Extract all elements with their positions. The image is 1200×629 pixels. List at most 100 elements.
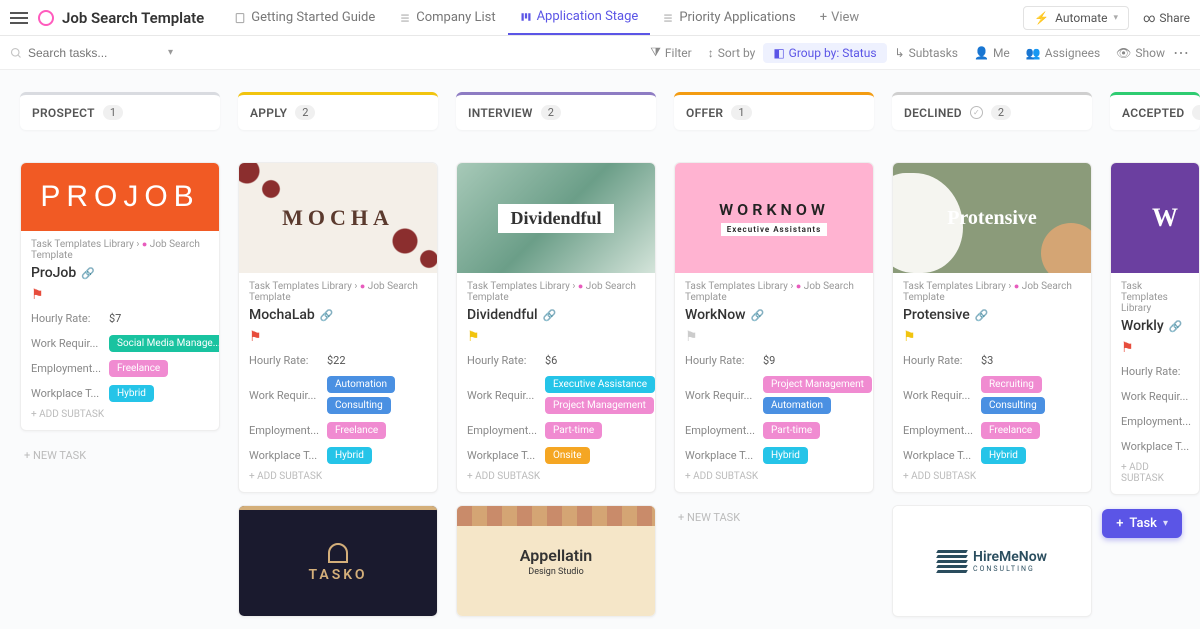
tag[interactable]: Automation — [327, 376, 395, 393]
add-view-button[interactable]: + View — [808, 10, 872, 25]
filter-icon: ⧩ — [650, 45, 661, 60]
card-protensive[interactable]: Protensive Task Templates Library › ● Jo… — [892, 162, 1092, 493]
add-subtask-button[interactable]: + ADD SUBTASK — [31, 409, 209, 420]
tab-priority-applications[interactable]: Priority Applications — [650, 0, 807, 35]
tag[interactable]: Project Management — [545, 397, 654, 414]
column-header[interactable]: OFFER 1 — [674, 92, 874, 130]
share-button[interactable]: ∞ Share — [1143, 11, 1190, 25]
tag[interactable]: Executive Assistance — [545, 376, 655, 393]
show-button[interactable]: 👁Show — [1108, 43, 1173, 63]
breadcrumb: Task Templates Library — [1121, 281, 1189, 314]
add-subtask-button[interactable]: + ADD SUBTASK — [1121, 462, 1189, 484]
card-mochalab[interactable]: MOCHA Task Templates Library › ● Job Sea… — [238, 162, 438, 493]
tag[interactable]: Recruiting — [981, 376, 1042, 393]
card-cover: Dividendful — [457, 163, 655, 273]
group-by-button[interactable]: ◧Group by: Status — [763, 43, 886, 63]
tag[interactable]: Automation — [763, 397, 831, 414]
card-cover: AppellatinDesign Studio — [457, 506, 655, 616]
priority-flag-icon[interactable] — [31, 287, 43, 301]
priority-flag-icon[interactable] — [467, 329, 479, 343]
check-circle-icon: ✓ — [970, 106, 983, 119]
chevron-down-icon: ▾ — [1114, 13, 1119, 23]
filter-button[interactable]: ⧩Filter — [642, 42, 700, 63]
tag[interactable]: Hybrid — [763, 447, 808, 464]
priority-flag-icon[interactable] — [1121, 340, 1133, 354]
priority-flag-icon[interactable] — [249, 329, 261, 343]
chevron-down-icon[interactable]: ▾ — [168, 47, 173, 58]
priority-flag-icon[interactable] — [685, 329, 697, 343]
new-task-button[interactable]: + NEW TASK — [20, 443, 220, 468]
tag[interactable]: Project Management — [763, 376, 872, 393]
tab-application-stage[interactable]: Application Stage — [508, 0, 651, 35]
add-subtask-button[interactable]: + ADD SUBTASK — [903, 471, 1081, 482]
column-header[interactable]: APPLY 2 — [238, 92, 438, 130]
tag[interactable]: Consulting — [327, 397, 391, 414]
tag[interactable]: Part-time — [763, 422, 820, 439]
tab-getting-started[interactable]: Getting Started Guide — [222, 0, 387, 35]
column-count: 2 — [991, 105, 1011, 120]
card-tasko[interactable]: TASKO — [238, 505, 438, 617]
card-cover: W — [1111, 163, 1199, 273]
card-cover: HireMeNowCONSULTING — [893, 506, 1091, 616]
tag[interactable]: Hybrid — [981, 447, 1026, 464]
doc-icon — [234, 12, 246, 24]
plus-icon: + — [820, 10, 827, 25]
tag[interactable]: Freelance — [981, 422, 1040, 439]
tab-company-list[interactable]: Company List — [387, 0, 507, 35]
card-worknow[interactable]: WORKNOWExecutive Assistants Task Templat… — [674, 162, 874, 493]
create-task-fab[interactable]: + Task ▾ — [1102, 509, 1182, 538]
more-icon[interactable]: ⋯ — [1173, 43, 1190, 62]
column-count: 1 — [103, 105, 123, 120]
card-hiremenow[interactable]: HireMeNowCONSULTING — [892, 505, 1092, 617]
tag[interactable]: Hybrid — [327, 447, 372, 464]
menu-icon[interactable] — [10, 9, 28, 27]
card-cover: MOCHA — [239, 163, 437, 273]
me-button[interactable]: 👤Me — [966, 43, 1018, 63]
automate-button[interactable]: ⚡ Automate ▾ — [1023, 6, 1129, 30]
tag[interactable]: Freelance — [327, 422, 386, 439]
tag[interactable]: Freelance — [109, 360, 168, 377]
column-interview: INTERVIEW 2 Dividendful Task Templates L… — [456, 92, 656, 629]
column-offer: OFFER 1 WORKNOWExecutive Assistants Task… — [674, 92, 874, 629]
card-cover: Protensive — [893, 163, 1091, 273]
priority-flag-icon[interactable] — [903, 329, 915, 343]
kanban-board: PROSPECT 1 PROJOB Task Templates Library… — [0, 70, 1200, 629]
subtask-icon: ↳ — [895, 46, 905, 60]
card-dividendful[interactable]: Dividendful Task Templates Library › ● J… — [456, 162, 656, 493]
list-icon — [399, 12, 411, 24]
column-title: OFFER — [686, 106, 723, 120]
tag[interactable]: Social Media Manage... — [109, 335, 220, 352]
assignees-button[interactable]: 👥Assignees — [1018, 43, 1108, 63]
card-title: Workly — [1121, 318, 1164, 334]
tag[interactable]: Consulting — [981, 397, 1045, 414]
link-icon: 🔗 — [975, 309, 989, 322]
column-header[interactable]: DECLINED ✓ 2 — [892, 92, 1092, 130]
card-workly[interactable]: W Task Templates Library Workly🔗 Hourly … — [1110, 162, 1200, 495]
sort-button[interactable]: ↕Sort by — [700, 43, 764, 63]
new-task-button[interactable]: + NEW TASK — [674, 505, 874, 530]
tag[interactable]: Hybrid — [109, 385, 154, 402]
app-header: Job Search Template Getting Started Guid… — [0, 0, 1200, 36]
column-header[interactable]: PROSPECT 1 — [20, 92, 220, 130]
column-header[interactable]: INTERVIEW 2 — [456, 92, 656, 130]
search-input[interactable] — [28, 46, 158, 60]
add-subtask-button[interactable]: + ADD SUBTASK — [249, 471, 427, 482]
card-appellatin[interactable]: AppellatinDesign Studio — [456, 505, 656, 617]
column-title: INTERVIEW — [468, 106, 533, 120]
page-title: Job Search Template — [62, 9, 204, 27]
workspace-logo-icon[interactable] — [38, 10, 54, 26]
column-header[interactable]: ACCEPTED 1 — [1110, 92, 1200, 130]
link-icon: 🔗 — [320, 309, 334, 322]
tag[interactable]: Onsite — [545, 447, 590, 464]
hourly-rate: $6 — [545, 354, 557, 367]
card-title: Dividendful — [467, 307, 538, 323]
add-subtask-button[interactable]: + ADD SUBTASK — [685, 471, 863, 482]
add-subtask-button[interactable]: + ADD SUBTASK — [467, 471, 645, 482]
column-count: 2 — [295, 105, 315, 120]
subtasks-button[interactable]: ↳Subtasks — [887, 43, 966, 63]
tag[interactable]: Part-time — [545, 422, 602, 439]
card-projob[interactable]: PROJOB Task Templates Library › ● Job Se… — [20, 162, 220, 431]
list-icon — [662, 12, 674, 24]
search-icon — [10, 47, 22, 59]
people-icon: 👥 — [1026, 46, 1041, 60]
